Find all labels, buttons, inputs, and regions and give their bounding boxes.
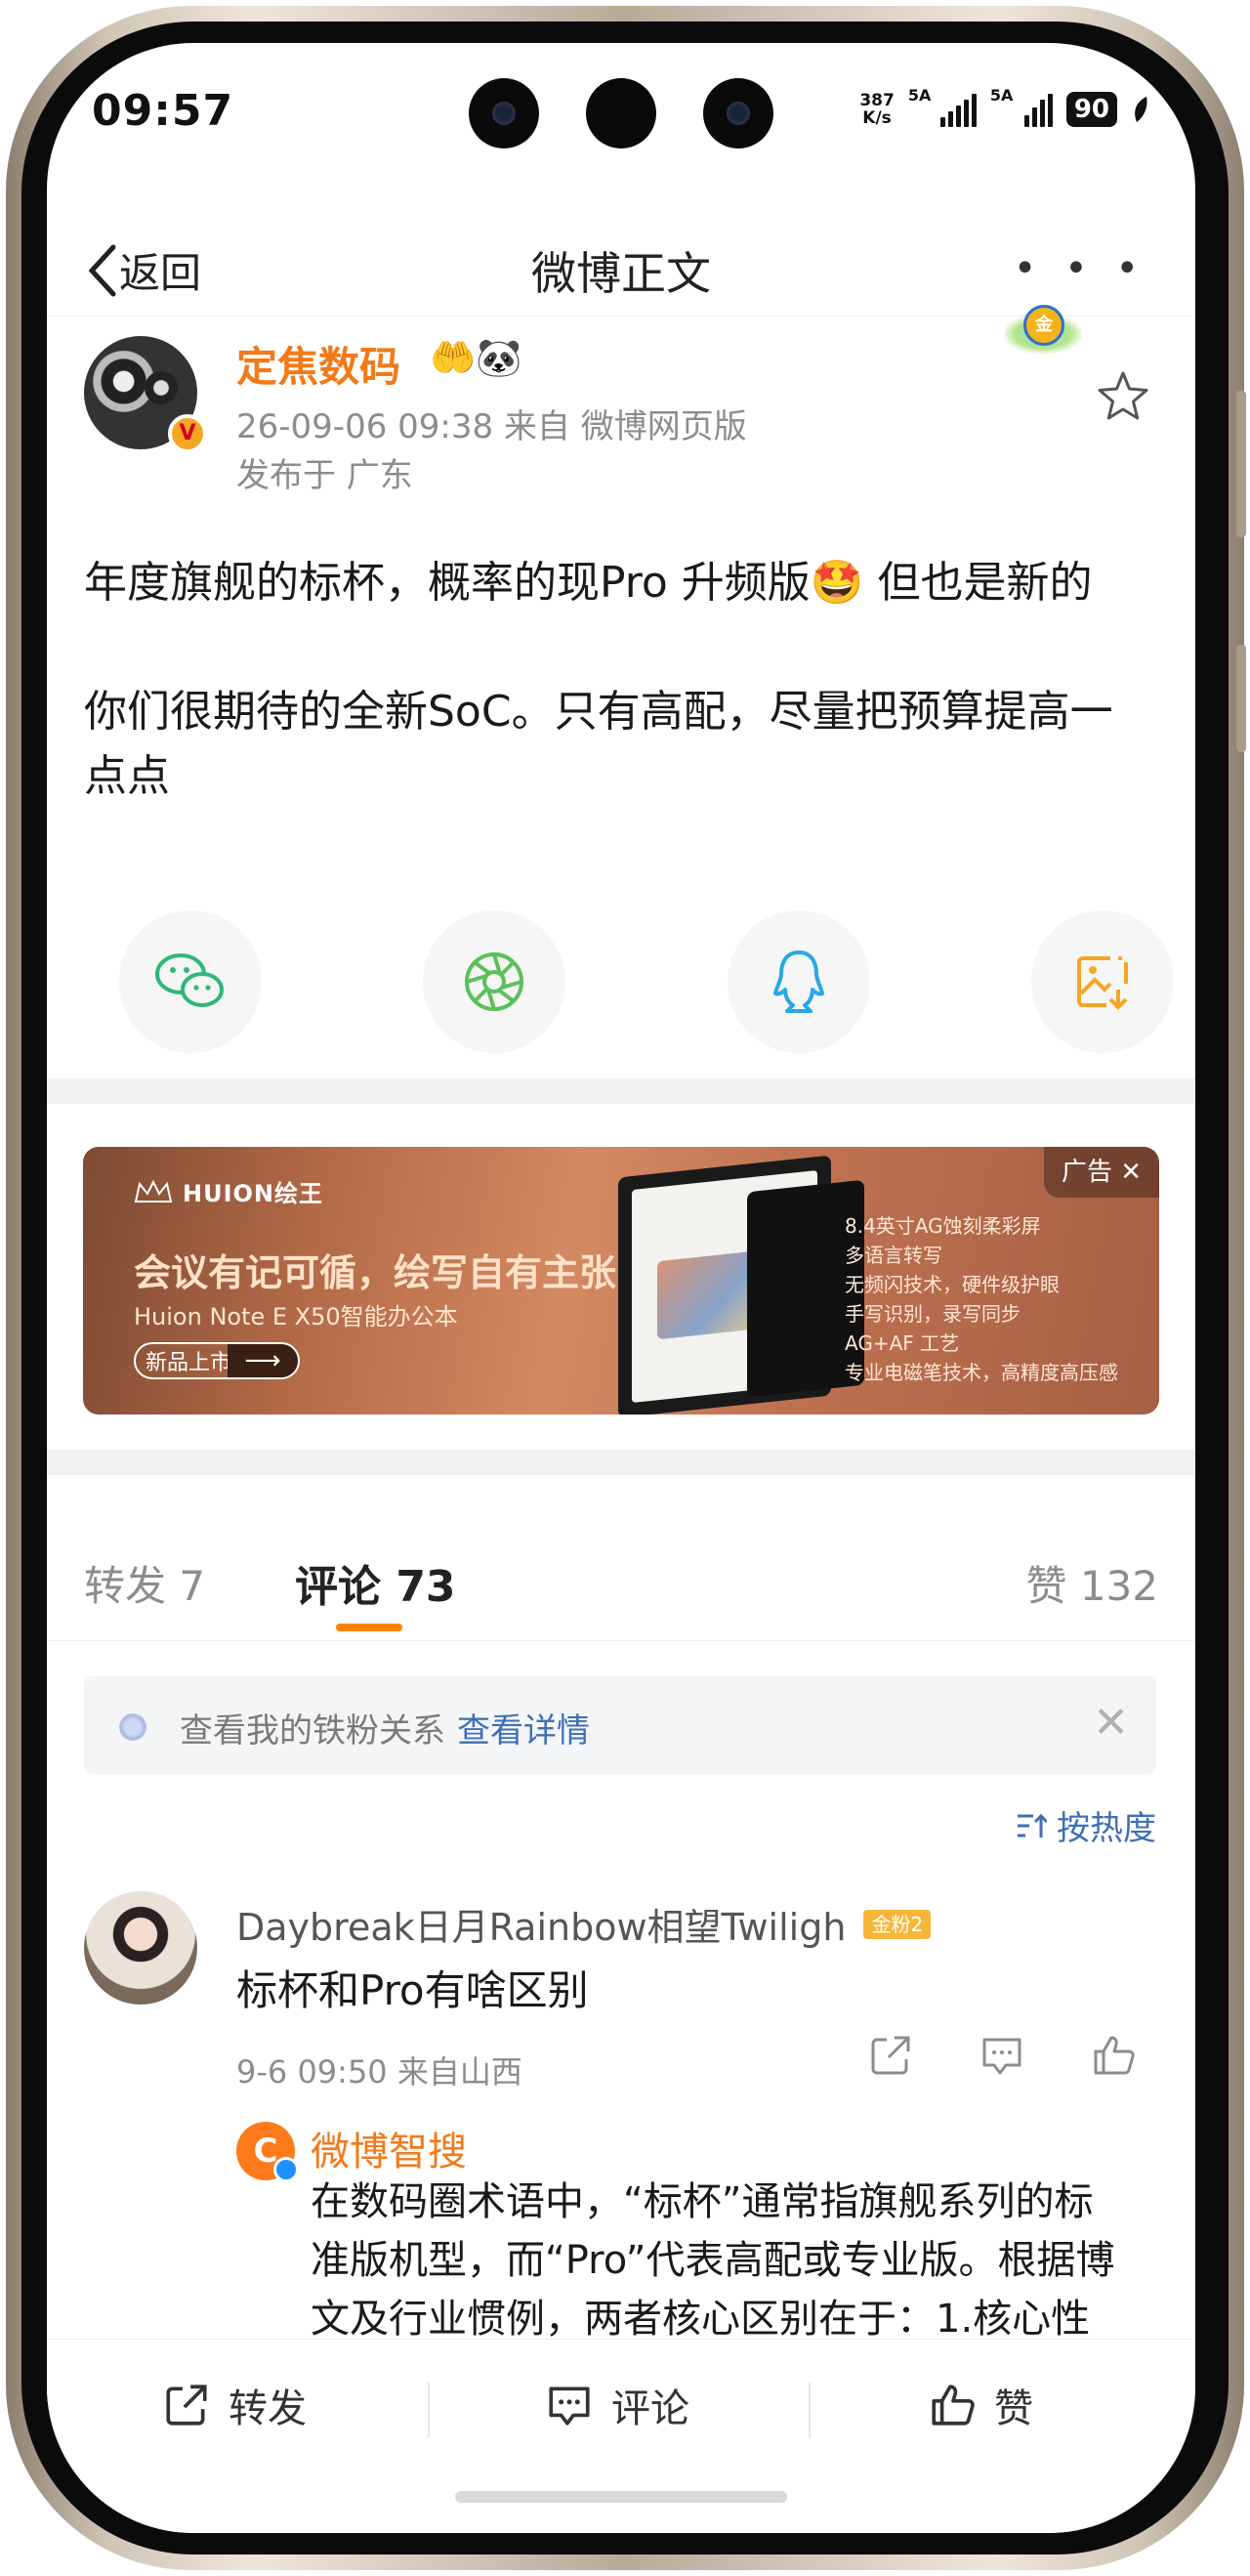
- fan-level-badge: 金粉2: [863, 1909, 932, 1939]
- medal-icon: 金: [1004, 295, 1082, 363]
- wechat-icon: [155, 953, 224, 1007]
- comment-icon: [549, 2386, 590, 2426]
- commenter-name[interactable]: Daybreak日月Rainbow相望Twiligh 金粉2: [236, 1897, 932, 1951]
- signal-sim1-icon: 5A: [908, 86, 977, 127]
- post-body: 年度旗舰的标杯，概率的现Pro 升频版🤩 但也是新的 你们很期待的全新SoC。只…: [84, 558, 1113, 801]
- comment-like-icon[interactable]: [1090, 2032, 1137, 2079]
- comment-text: 标杯和Pro有啥区别: [236, 1966, 589, 2014]
- sort-by-hot-button[interactable]: 按热度: [1016, 1801, 1156, 1849]
- divider: [809, 2383, 811, 2437]
- author-badges: 🤲🐼: [430, 336, 522, 379]
- comment-actions: [867, 2032, 1137, 2079]
- battery-indicator: 90: [1065, 92, 1117, 127]
- repost-button[interactable]: 转发: [162, 2377, 307, 2433]
- tab-repost[interactable]: 转发 7: [84, 1553, 205, 1613]
- signal-sim2-icon: 5A: [990, 86, 1053, 127]
- post-time-source: 26-09-06 09:38 来自 微博网页版: [236, 407, 747, 446]
- moments-icon: [465, 952, 524, 1011]
- view-details-link[interactable]: 查看详情: [457, 1711, 590, 1751]
- fans-relation-text: 查看我的铁粉关系 查看详情: [180, 1711, 590, 1751]
- bottom-action-bar: 转发 评论 赞: [47, 2339, 1195, 2533]
- author-name[interactable]: 定焦数码: [236, 334, 400, 394]
- verified-icon: [273, 2157, 299, 2182]
- comment-button[interactable]: 评论: [545, 2377, 689, 2433]
- favorite-star-icon[interactable]: [1094, 367, 1152, 426]
- ad-cta-button[interactable]: 新品上市 ⟶: [134, 1342, 300, 1379]
- fans-relation-bar: 查看我的铁粉关系 查看详情 ✕: [84, 1676, 1156, 1774]
- net-speed: 387 K/s: [859, 91, 895, 128]
- share-row: [119, 910, 1174, 1053]
- camera-left: [469, 78, 539, 148]
- screen: 09:57 387 K/s 5A 5A 90 返回 微博正文 • • • V 定…: [47, 43, 1195, 2533]
- share-wechat-button[interactable]: [119, 910, 262, 1053]
- power-button: [1236, 645, 1246, 752]
- crown-icon: [134, 1179, 173, 1203]
- sort-icon: [1018, 1813, 1047, 1837]
- ad-features: 8.4英寸AG蚀刻柔彩屏 多语言转写 无频闪技术，硬件级护眼 手写识别，录写同步…: [845, 1214, 1118, 1384]
- ad-headline: 会议有记可循，绘写自有主张: [134, 1251, 617, 1294]
- tab-comment[interactable]: 评论 73: [295, 1551, 456, 1614]
- share-save-image-button[interactable]: [1030, 910, 1174, 1053]
- status-time: 09:57: [92, 86, 234, 136]
- separator: [47, 1078, 1195, 1104]
- arrow-right-icon: ⟶: [228, 1344, 298, 1377]
- thumb-up-icon: [932, 2385, 975, 2426]
- share-qq-button[interactable]: [727, 910, 870, 1053]
- tab-like[interactable]: 赞 132: [1025, 1553, 1158, 1613]
- leaf-icon: [1135, 97, 1147, 122]
- status-icons: 387 K/s 5A 5A 90: [859, 86, 1150, 128]
- comment-reply-icon[interactable]: [979, 2032, 1025, 2079]
- save-image-icon: [1076, 956, 1128, 1010]
- ad-product: Huion Note E X50智能办公本: [134, 1303, 458, 1330]
- share-moments-button[interactable]: [423, 910, 566, 1053]
- interaction-tabs: 转发 7 评论 73 赞 132: [47, 1524, 1195, 1641]
- commenter-avatar[interactable]: [84, 1891, 197, 2005]
- ad-banner[interactable]: HUION绘王 会议有记可循，绘写自有主张 Huion Note E X50智能…: [83, 1147, 1159, 1415]
- ai-reply-name[interactable]: 微博智搜: [311, 2120, 467, 2176]
- comment-meta: 9-6 09:50 来自山西: [236, 2053, 522, 2090]
- separator: [47, 1450, 1195, 1475]
- divider: [428, 2383, 430, 2437]
- camera-right: [703, 78, 773, 148]
- ad-brand-logo: HUION绘王: [134, 1174, 323, 1208]
- comment-share-icon[interactable]: [867, 2032, 914, 2079]
- verified-badge-icon: V: [168, 414, 207, 453]
- post-location: 发布于 广东: [236, 456, 413, 495]
- more-dots-icon[interactable]: • • •: [1014, 246, 1146, 291]
- repost-icon: [166, 2385, 207, 2426]
- like-button[interactable]: 赞: [928, 2377, 1033, 2433]
- volume-button: [1236, 391, 1246, 537]
- close-icon[interactable]: ✕: [1093, 1702, 1129, 1745]
- fans-icon: [119, 1713, 146, 1741]
- home-indicator: [455, 2491, 787, 2503]
- tab-active-indicator: [336, 1624, 402, 1631]
- ad-close-tag[interactable]: 广告 ✕: [1043, 1147, 1159, 1198]
- camera-center: [586, 78, 656, 148]
- qq-icon: [772, 950, 824, 1013]
